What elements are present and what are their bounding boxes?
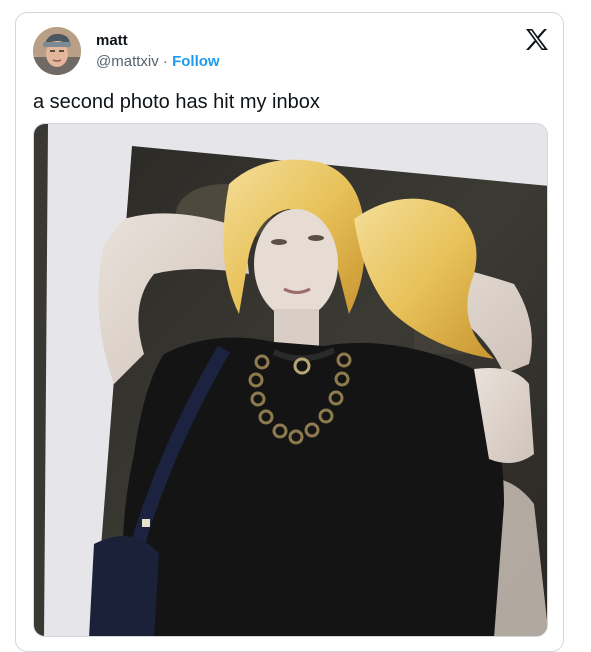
separator-dot: ·	[162, 53, 168, 70]
x-logo-icon[interactable]	[525, 29, 548, 50]
tweet-card: matt @mattxiv · Follow a second photo ha…	[15, 12, 564, 652]
tweet-text: a second photo has hit my inbox	[33, 91, 320, 113]
avatar-image	[33, 27, 81, 75]
photo-image	[34, 124, 547, 636]
follow-button[interactable]: Follow	[172, 53, 220, 70]
handle-row: @mattxiv · Follow	[96, 52, 220, 72]
display-name[interactable]: matt	[96, 31, 128, 51]
avatar[interactable]	[33, 27, 81, 75]
user-handle[interactable]: @mattxiv	[96, 53, 159, 70]
tweet-photo[interactable]	[33, 123, 548, 637]
